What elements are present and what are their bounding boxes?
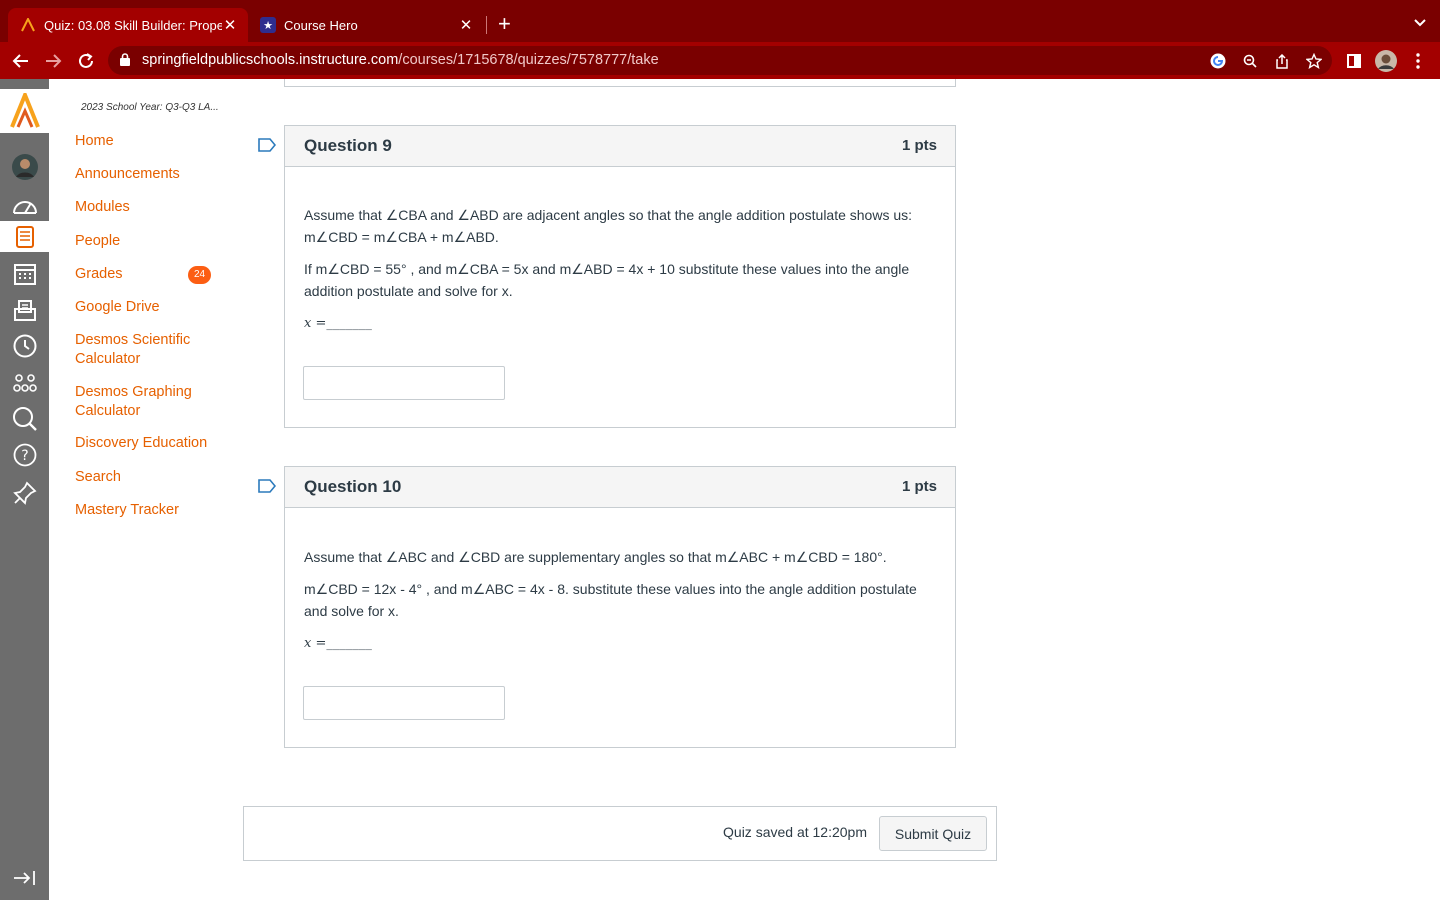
- course-hero-favicon-icon: ★: [260, 17, 276, 33]
- close-tab-icon[interactable]: ✕: [222, 16, 238, 34]
- share-icon[interactable]: [1273, 52, 1291, 70]
- account-avatar-icon[interactable]: [9, 151, 40, 182]
- url-text: springfieldpublicschools.instructure.com…: [142, 52, 659, 68]
- course-nav-google-drive[interactable]: Google Drive: [75, 298, 160, 317]
- calendar-icon[interactable]: [9, 258, 40, 289]
- flag-question-icon[interactable]: [258, 138, 277, 152]
- question-title: Question 9: [304, 136, 392, 155]
- question-header: Question 10 1 pts: [285, 467, 955, 508]
- tab-title: Course Hero: [284, 17, 358, 33]
- course-nav-mastery-tracker[interactable]: Mastery Tracker: [75, 501, 179, 520]
- grades-count-badge: 24: [188, 266, 211, 284]
- help-icon[interactable]: ?: [9, 439, 40, 470]
- answer-blank-label: x =_______: [304, 636, 372, 651]
- course-nav-grades[interactable]: Grades: [75, 265, 123, 284]
- browser-tab-bar: Quiz: 03.08 Skill Builder: Prope ✕ ★ Cou…: [0, 0, 1440, 42]
- question-text: m∠CBD = 12x - 4° , and m∠ABC = 4x - 8. s…: [304, 581, 917, 619]
- browser-menu-icon[interactable]: [1407, 50, 1429, 72]
- search-icon[interactable]: [9, 403, 40, 434]
- course-nav-people[interactable]: People: [75, 232, 120, 251]
- canvas-logo-icon[interactable]: [0, 89, 49, 133]
- address-bar[interactable]: springfieldpublicschools.instructure.com…: [108, 46, 1332, 75]
- courses-icon[interactable]: [0, 221, 49, 252]
- canvas-favicon-icon: [20, 17, 36, 33]
- inbox-icon[interactable]: [9, 294, 40, 325]
- course-nav-home[interactable]: Home: [75, 132, 114, 151]
- course-nav-search[interactable]: Search: [75, 468, 121, 487]
- dashboard-icon[interactable]: [9, 189, 40, 220]
- svg-text:?: ?: [21, 448, 28, 464]
- back-arrow-icon[interactable]: [10, 50, 32, 72]
- course-nav-announcements[interactable]: Announcements: [75, 165, 180, 184]
- tab-title: Quiz: 03.08 Skill Builder: Prope: [44, 17, 222, 33]
- submit-quiz-button[interactable]: Submit Quiz: [879, 816, 987, 851]
- question-text: Assume that ∠ABC and ∠CBD are supplement…: [304, 549, 887, 565]
- question-10: Question 10 1 pts Assume that ∠ABC and ∠…: [284, 466, 956, 748]
- forward-arrow-icon[interactable]: [42, 50, 64, 72]
- course-nav-desmos-scientific[interactable]: Desmos Scientific Calculator: [75, 331, 205, 369]
- course-nav-modules[interactable]: Modules: [75, 198, 130, 217]
- question-points: 1 pts: [901, 478, 937, 495]
- reload-icon[interactable]: [75, 50, 97, 72]
- question-9: Question 9 1 pts Assume that ∠CBA and ∠A…: [284, 125, 956, 428]
- close-tab-icon[interactable]: ✕: [458, 16, 474, 34]
- question-text: If m∠CBD = 55° , and m∠CBA = 5x and m∠AB…: [304, 261, 910, 299]
- quiz-saved-status: Quiz saved at 12:20pm: [723, 824, 867, 840]
- pin-icon[interactable]: [9, 477, 40, 508]
- tab-course-hero[interactable]: ★ Course Hero ✕: [252, 8, 484, 42]
- lock-icon[interactable]: [120, 53, 130, 71]
- svg-text:★: ★: [263, 19, 273, 32]
- answer-input[interactable]: [303, 686, 505, 720]
- question-points: 1 pts: [901, 137, 937, 154]
- url-path: /courses/1715678/quizzes/7578777/take: [398, 52, 659, 68]
- course-nav-desmos-graphing[interactable]: Desmos Graphing Calculator: [75, 383, 205, 421]
- previous-question-edge: [284, 79, 956, 87]
- quiz-footer: Quiz saved at 12:20pm Submit Quiz: [243, 806, 997, 861]
- question-title: Question 10: [304, 477, 402, 496]
- collapse-nav-icon[interactable]: [9, 862, 40, 893]
- profile-avatar-icon[interactable]: [1375, 50, 1397, 72]
- question-header: Question 9 1 pts: [285, 126, 955, 167]
- new-tab-icon[interactable]: +: [498, 12, 511, 36]
- question-text: Assume that ∠CBA and ∠ABD are adjacent a…: [304, 207, 913, 245]
- course-nav-discovery-education[interactable]: Discovery Education: [75, 434, 207, 453]
- global-nav: ?: [0, 79, 49, 900]
- breadcrumb[interactable]: 2023 School Year: Q3-Q3 LA...: [81, 102, 219, 113]
- tab-separator: [486, 16, 487, 34]
- history-clock-icon[interactable]: [9, 330, 40, 361]
- url-domain: springfieldpublicschools.instructure.com: [142, 52, 399, 68]
- bookmark-star-icon[interactable]: [1305, 52, 1323, 70]
- side-panel-icon[interactable]: [1343, 50, 1365, 72]
- tab-search-chevron-icon[interactable]: [1414, 14, 1426, 32]
- flag-question-icon[interactable]: [258, 479, 277, 493]
- answer-blank-label: x =_______: [304, 316, 372, 331]
- zoom-icon[interactable]: [1241, 52, 1259, 70]
- tab-quiz[interactable]: Quiz: 03.08 Skill Builder: Prope ✕: [8, 8, 248, 42]
- google-icon[interactable]: [1209, 52, 1227, 70]
- commons-icon[interactable]: [9, 367, 40, 398]
- answer-input[interactable]: [303, 366, 505, 400]
- browser-toolbar: springfieldpublicschools.instructure.com…: [0, 42, 1440, 79]
